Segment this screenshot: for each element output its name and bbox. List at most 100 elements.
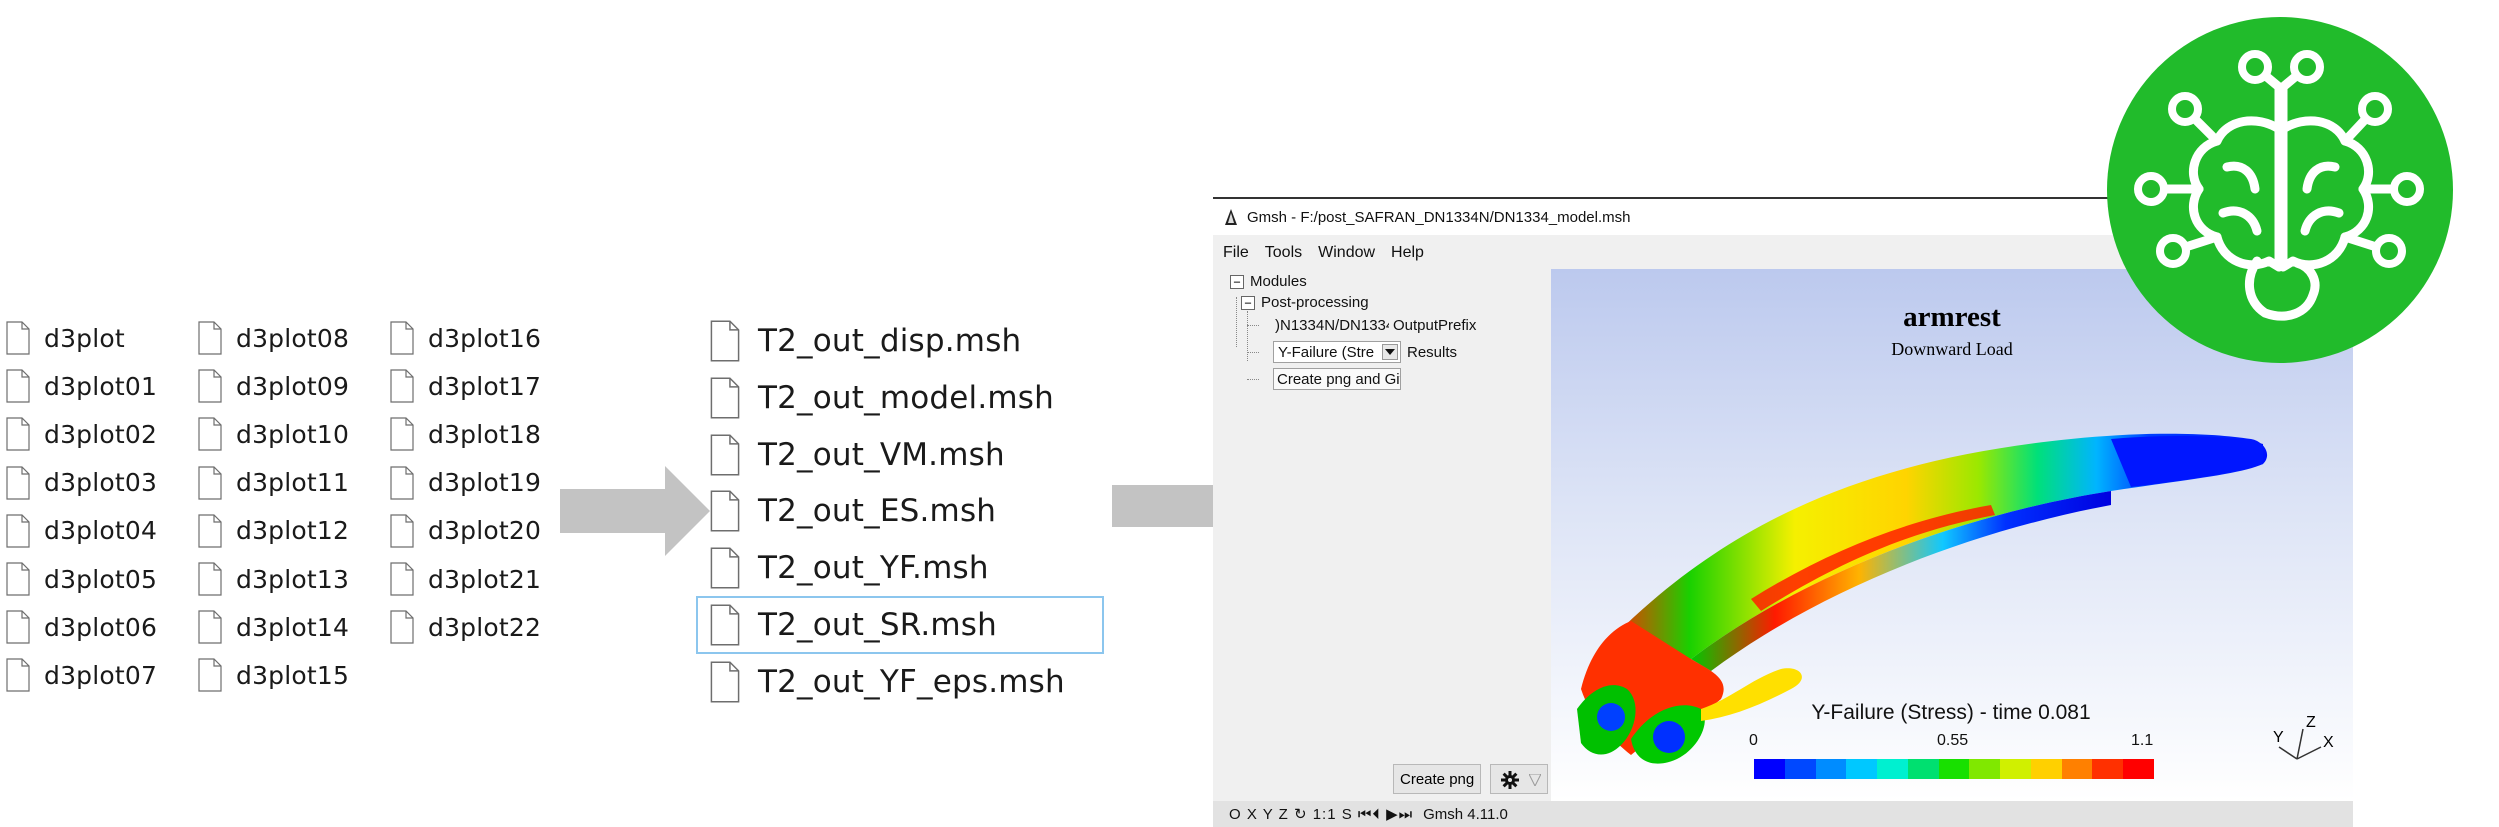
file-icon xyxy=(6,321,30,355)
file-name: d3plot12 xyxy=(236,516,350,546)
file-item[interactable]: d3plot03 xyxy=(6,463,157,503)
tree-item-post-processing[interactable]: − Post-processing xyxy=(1241,294,1369,311)
post-processing-label: Post-processing xyxy=(1261,294,1369,311)
file-item[interactable]: d3plot xyxy=(6,318,125,358)
file-item[interactable]: d3plot07 xyxy=(6,655,157,695)
file-name: d3plot06 xyxy=(44,612,158,642)
file-name: T2_out_YF_eps.msh xyxy=(758,663,1065,700)
menu-tools[interactable]: Tools xyxy=(1265,244,1302,262)
right-arrow-icon xyxy=(560,466,710,556)
file-name: d3plot10 xyxy=(236,419,350,449)
create-png-gifs-button[interactable]: Create png and Gifs xyxy=(1273,368,1401,390)
file-icon xyxy=(198,514,222,548)
color-scale-segment xyxy=(1938,759,1970,779)
file-item[interactable]: d3plot21 xyxy=(390,559,541,599)
scale-title: Y-Failure (Stress) - time 0.081 xyxy=(1811,701,2091,724)
file-name: d3plot02 xyxy=(44,419,158,449)
tree-connector xyxy=(1247,311,1248,361)
file-item[interactable]: d3plot05 xyxy=(6,559,157,599)
file-name: d3plot07 xyxy=(44,660,158,690)
color-scale-segment xyxy=(2030,759,2062,779)
menu-file[interactable]: File xyxy=(1223,244,1249,262)
file-icon xyxy=(198,417,222,451)
gear-icon[interactable] xyxy=(1501,771,1519,789)
file-icon xyxy=(390,321,414,355)
file-item[interactable]: T2_out_disp.msh xyxy=(710,316,1021,366)
file-icon xyxy=(198,658,222,692)
file-name: d3plot13 xyxy=(236,564,350,594)
results-label: Results xyxy=(1407,343,1458,361)
color-scale-segment xyxy=(2123,759,2154,779)
file-item[interactable]: d3plot17 xyxy=(390,366,541,406)
color-scale-segment xyxy=(2092,759,2124,779)
file-item[interactable]: d3plot06 xyxy=(6,607,157,647)
color-scale-segment xyxy=(2061,759,2093,779)
file-name: d3plot04 xyxy=(44,516,158,546)
create-gifs-row: Create png and Gifs xyxy=(1273,368,1401,390)
collapse-icon[interactable]: − xyxy=(1241,295,1255,310)
file-item[interactable]: T2_out_VM.msh xyxy=(710,430,1005,480)
file-item[interactable]: T2_out_ES.msh xyxy=(710,486,996,536)
file-item[interactable]: d3plot19 xyxy=(390,463,541,503)
file-item[interactable]: d3plot10 xyxy=(198,414,349,454)
file-item[interactable]: d3plot15 xyxy=(198,655,349,695)
file-item[interactable]: d3plot01 xyxy=(6,366,157,406)
file-name: d3plot16 xyxy=(428,323,542,353)
collapse-icon[interactable]: − xyxy=(1230,274,1244,289)
file-item[interactable]: d3plot20 xyxy=(390,511,541,551)
file-icon xyxy=(6,514,30,548)
file-item[interactable]: d3plot04 xyxy=(6,511,157,551)
file-item[interactable]: T2_out_YF_eps.msh xyxy=(710,657,1065,707)
file-name: T2_out_disp.msh xyxy=(758,323,1022,359)
scale-mid-label: 0.55 xyxy=(1937,732,1969,749)
file-icon xyxy=(710,547,740,589)
color-scale-segment xyxy=(1815,759,1847,779)
file-item[interactable]: d3plot14 xyxy=(198,607,349,647)
file-icon xyxy=(390,369,414,403)
file-item[interactable]: d3plot08 xyxy=(198,318,349,358)
file-icon xyxy=(198,321,222,355)
file-item[interactable]: d3plot02 xyxy=(6,414,157,454)
color-scale-segment xyxy=(1969,759,2001,779)
menu-help[interactable]: Help xyxy=(1391,244,1424,262)
file-item[interactable]: d3plot18 xyxy=(390,414,541,454)
color-scale-segment xyxy=(1907,759,1939,779)
create-png-button[interactable]: Create png xyxy=(1393,764,1482,794)
file-icon xyxy=(390,562,414,596)
options-button[interactable] xyxy=(1490,764,1548,794)
file-item[interactable]: T2_out_YF.msh xyxy=(710,543,989,593)
file-item[interactable]: d3plot09 xyxy=(198,366,349,406)
results-select[interactable]: Y-Failure (Stre xyxy=(1273,341,1401,363)
file-item[interactable]: d3plot16 xyxy=(390,318,541,358)
file-name: d3plot05 xyxy=(44,564,158,594)
tree-item-modules[interactable]: − Modules xyxy=(1230,273,1307,290)
menu-window[interactable]: Window xyxy=(1318,244,1375,262)
status-bar: O X Y Z ↻ 1:1 S ⏮⏴ ▶⏭ Gmsh 4.11.0 xyxy=(1213,801,2353,827)
file-item[interactable]: d3plot12 xyxy=(198,511,349,551)
view-controls[interactable]: O X Y Z ↻ 1:1 S ⏮⏴ ▶⏭ xyxy=(1229,805,1413,823)
color-scale-segment xyxy=(1784,759,1816,779)
file-name: T2_out_VM.msh xyxy=(758,436,1005,473)
dropdown-arrow-icon[interactable] xyxy=(1529,774,1541,786)
version-label: Gmsh 4.11.0 xyxy=(1423,805,1508,823)
file-icon xyxy=(390,610,414,644)
file-icon xyxy=(198,465,222,500)
file-icon xyxy=(390,514,414,548)
output-prefix-field[interactable]: )N1334N/DN1334_ xyxy=(1271,314,1389,336)
color-scale-segment xyxy=(1877,759,1908,779)
axis-x-label: X xyxy=(2323,734,2334,751)
file-icon xyxy=(710,320,740,362)
modules-label: Modules xyxy=(1250,273,1307,290)
file-item[interactable]: T2_out_model.msh xyxy=(710,373,1054,423)
file-item[interactable]: d3plot11 xyxy=(198,463,349,503)
file-item[interactable]: d3plot22 xyxy=(390,607,541,647)
file-icon xyxy=(198,369,222,403)
file-item[interactable]: d3plot13 xyxy=(198,559,349,599)
chevron-down-icon[interactable] xyxy=(1382,344,1398,360)
brain-circuit-icon xyxy=(2134,50,2424,321)
file-icon xyxy=(198,610,222,644)
tree-connector xyxy=(1247,379,1259,380)
file-item[interactable]: T2_out_SR.msh xyxy=(710,600,997,650)
file-name: d3plot09 xyxy=(236,371,350,401)
file-name: d3plot17 xyxy=(428,371,542,401)
